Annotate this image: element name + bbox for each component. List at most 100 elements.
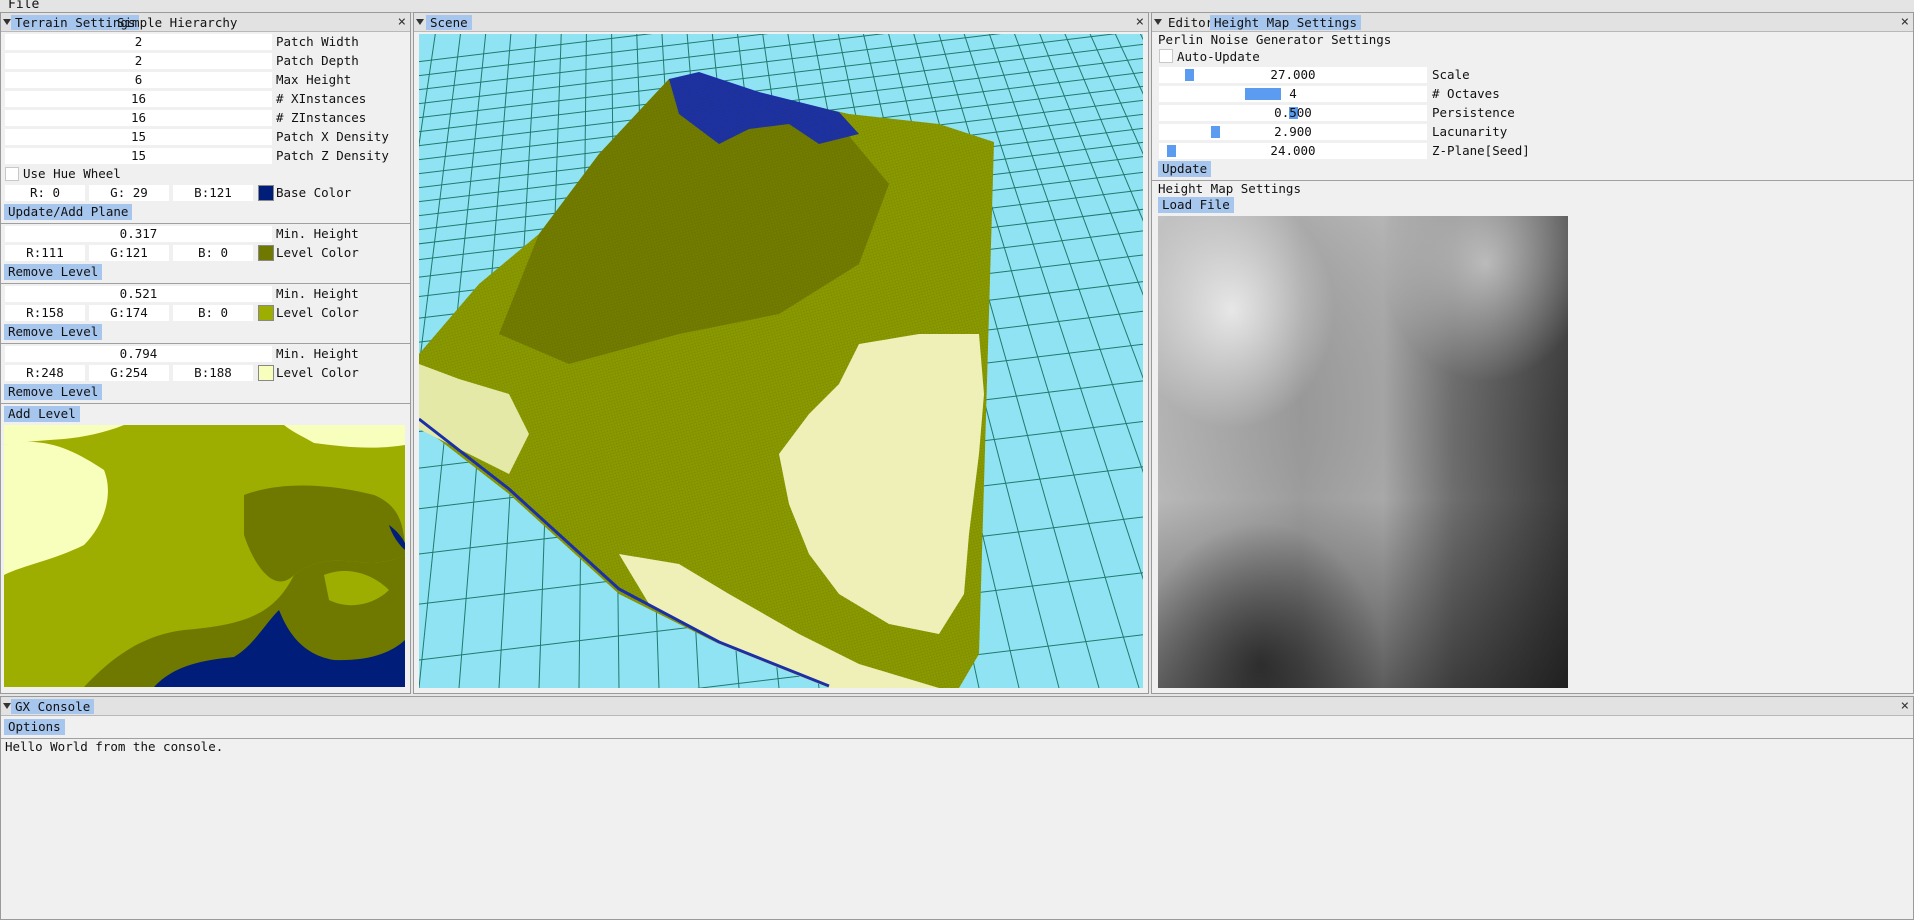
patch-z-density-field[interactable]: 15 xyxy=(5,148,272,164)
close-icon[interactable]: × xyxy=(1136,13,1144,31)
terrain-panel-titlebar: Terrain Settings Simple Hierarchy × xyxy=(1,13,410,32)
lacunarity-label: Lacunarity xyxy=(1432,124,1508,139)
use-hue-wheel-label: Use Hue Wheel xyxy=(23,166,121,181)
close-icon[interactable]: × xyxy=(1901,697,1909,715)
octaves-slider[interactable]: 4 xyxy=(1159,86,1427,102)
max-height-label: Max Height xyxy=(276,72,352,87)
level-1-color-label: Level Color xyxy=(276,245,359,260)
slider-thumb[interactable] xyxy=(1211,126,1220,138)
close-icon[interactable]: × xyxy=(1901,13,1909,31)
scene-panel-titlebar: Scene × xyxy=(414,13,1148,32)
level-1-r[interactable]: R:111 xyxy=(5,245,85,261)
scale-value: 27.000 xyxy=(1270,67,1316,82)
menu-file[interactable]: File xyxy=(8,0,39,12)
add-level-button[interactable]: Add Level xyxy=(4,406,80,422)
scale-label: Scale xyxy=(1432,67,1470,82)
auto-update-checkbox[interactable] xyxy=(1159,49,1173,63)
patch-width-field[interactable]: 2 xyxy=(5,34,272,50)
options-button[interactable]: Options xyxy=(4,719,65,735)
octaves-value: 4 xyxy=(1289,86,1297,101)
level-1-b[interactable]: B: 0 xyxy=(173,245,253,261)
console-message: Hello World from the console. xyxy=(5,739,224,754)
level-2-min-height[interactable]: 0.521 xyxy=(5,286,272,302)
level-1-remove-button[interactable]: Remove Level xyxy=(4,264,103,280)
level-3-color-swatch[interactable] xyxy=(258,365,274,381)
level-3-color-label: Level Color xyxy=(276,365,359,380)
terrain-level-preview xyxy=(4,425,405,687)
patch-depth-label: Patch Depth xyxy=(276,53,359,68)
patch-x-density-label: Patch X Density xyxy=(276,129,389,144)
collapse-triangle-icon[interactable] xyxy=(416,19,424,25)
x-instances-label: # XInstances xyxy=(276,91,367,106)
level-3-remove-button[interactable]: Remove Level xyxy=(4,384,103,400)
tab-scene[interactable]: Scene xyxy=(426,15,472,30)
level-3-min-height[interactable]: 0.794 xyxy=(5,346,272,362)
patch-width-label: Patch Width xyxy=(276,34,359,49)
level-3-g[interactable]: G:254 xyxy=(89,365,169,381)
slider-thumb[interactable] xyxy=(1185,69,1194,81)
base-color-r[interactable]: R: 0 xyxy=(5,185,85,201)
height-map-settings-title: Height Map Settings xyxy=(1158,181,1301,196)
patch-z-density-label: Patch Z Density xyxy=(276,148,389,163)
level-3-r[interactable]: R:248 xyxy=(5,365,85,381)
level-2-color-label: Level Color xyxy=(276,305,359,320)
editor-panel: Editor Height Map Settings × Perlin Nois… xyxy=(1151,12,1914,694)
tab-gx-console[interactable]: GX Console xyxy=(11,699,95,714)
z-instances-label: # ZInstances xyxy=(276,110,367,125)
tab-simple-hierarchy[interactable]: Simple Hierarchy xyxy=(113,15,241,30)
tab-height-map-settings[interactable]: Height Map Settings xyxy=(1210,15,1361,30)
use-hue-wheel-checkbox[interactable] xyxy=(5,167,19,181)
close-icon[interactable]: × xyxy=(398,13,406,31)
patch-x-density-field[interactable]: 15 xyxy=(5,129,272,145)
perlin-settings-title: Perlin Noise Generator Settings xyxy=(1158,32,1392,47)
collapse-triangle-icon[interactable] xyxy=(3,703,11,709)
auto-update-label: Auto-Update xyxy=(1177,49,1260,64)
level-2-remove-button[interactable]: Remove Level xyxy=(4,324,103,340)
base-color-b[interactable]: B:121 xyxy=(173,185,253,201)
update-add-plane-button[interactable]: Update/Add Plane xyxy=(4,204,133,220)
divider xyxy=(1,738,1913,739)
console-panel: GX Console × Options Hello World from th… xyxy=(0,696,1914,920)
base-color-label: Base Color xyxy=(276,185,352,200)
level-3-min-label: Min. Height xyxy=(276,346,359,361)
level-2-r[interactable]: R:158 xyxy=(5,305,85,321)
level-1-g[interactable]: G:121 xyxy=(89,245,169,261)
load-file-button[interactable]: Load File xyxy=(1158,197,1234,213)
slider-thumb[interactable] xyxy=(1167,145,1176,157)
divider xyxy=(1,403,410,404)
patch-depth-field[interactable]: 2 xyxy=(5,53,272,69)
scale-slider[interactable]: 27.000 xyxy=(1159,67,1427,83)
z-plane-seed-slider[interactable]: 24.000 xyxy=(1159,143,1427,159)
lacunarity-slider[interactable]: 2.900 xyxy=(1159,124,1427,140)
divider xyxy=(1,343,410,344)
base-color-swatch[interactable] xyxy=(258,185,274,201)
z-plane-seed-value: 24.000 xyxy=(1270,143,1316,158)
divider xyxy=(1,283,410,284)
level-1-min-height[interactable]: 0.317 xyxy=(5,226,272,242)
octaves-label: # Octaves xyxy=(1432,86,1500,101)
level-3-b[interactable]: B:188 xyxy=(173,365,253,381)
terrain-settings-panel: Terrain Settings Simple Hierarchy × 2 Pat… xyxy=(0,12,411,694)
height-map-preview xyxy=(1158,216,1568,688)
base-color-g[interactable]: G: 29 xyxy=(89,185,169,201)
divider xyxy=(1,223,410,224)
level-2-color-swatch[interactable] xyxy=(258,305,274,321)
persistence-value: 0.500 xyxy=(1274,105,1312,120)
persistence-slider[interactable]: 0.500 xyxy=(1159,105,1427,121)
level-1-min-label: Min. Height xyxy=(276,226,359,241)
slider-thumb[interactable] xyxy=(1245,88,1281,100)
scene-viewport[interactable] xyxy=(419,34,1143,688)
editor-panel-titlebar: Editor Height Map Settings × xyxy=(1152,13,1913,32)
level-2-g[interactable]: G:174 xyxy=(89,305,169,321)
console-panel-titlebar: GX Console × xyxy=(1,697,1913,716)
update-button[interactable]: Update xyxy=(1158,161,1212,177)
level-2-b[interactable]: B: 0 xyxy=(173,305,253,321)
lacunarity-value: 2.900 xyxy=(1274,124,1312,139)
level-1-color-swatch[interactable] xyxy=(258,245,274,261)
max-height-field[interactable]: 6 xyxy=(5,72,272,88)
x-instances-field[interactable]: 16 xyxy=(5,91,272,107)
level-2-min-label: Min. Height xyxy=(276,286,359,301)
collapse-triangle-icon[interactable] xyxy=(1154,19,1162,25)
z-instances-field[interactable]: 16 xyxy=(5,110,272,126)
collapse-triangle-icon[interactable] xyxy=(3,19,11,25)
